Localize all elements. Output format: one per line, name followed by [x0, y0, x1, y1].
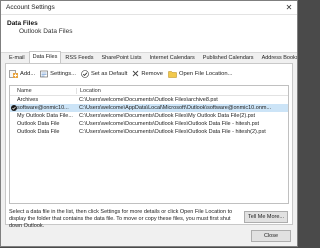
- header-title: Data Files: [7, 20, 38, 27]
- set-as-default-button[interactable]: Set as Default: [81, 69, 128, 78]
- row-location: C:\Users\welcome\Documents\Outlook Files…: [79, 97, 218, 103]
- row-name: Outlook Data File: [17, 121, 60, 127]
- data-files-list: Name Location Archives C:\Users\welcome\…: [9, 85, 289, 204]
- tell-me-more-button[interactable]: Tell Me More...: [244, 211, 288, 223]
- column-header-name[interactable]: Name: [10, 88, 76, 94]
- header-subtitle: Outlook Data Files: [19, 28, 73, 35]
- row-location: C:\Users\welcome\Documents\Outlook Files…: [79, 113, 256, 119]
- row-location: C:\Users\welcome\AppData\Local\Microsoft…: [79, 105, 272, 111]
- tab-sharepoint-lists[interactable]: SharePoint Lists: [97, 52, 145, 63]
- list-row[interactable]: Archives C:\Users\welcome\Documents\Outl…: [10, 96, 288, 104]
- tab-internet-calendars[interactable]: Internet Calendars: [146, 52, 199, 63]
- list-header: Name Location: [10, 86, 288, 96]
- add-file-icon: [9, 69, 18, 78]
- close-icon[interactable]: ✕: [281, 3, 297, 12]
- remove-x-icon: [132, 70, 139, 77]
- folder-icon: [168, 70, 177, 78]
- add-button[interactable]: Add...: [9, 69, 36, 78]
- default-check-icon: [11, 105, 17, 111]
- tab-strip: E-mail Data Files RSS Feeds SharePoint L…: [5, 51, 297, 63]
- column-header-location[interactable]: Location: [76, 87, 288, 94]
- list-row[interactable]: Outlook Data File C:\Users\welcome\Docum…: [10, 120, 288, 128]
- list-row[interactable]: My Outlook Data File... C:\Users\welcome…: [10, 112, 288, 120]
- open-file-location-label: Open File Location...: [178, 70, 233, 77]
- tab-email[interactable]: E-mail: [5, 52, 29, 63]
- list-row-selected[interactable]: software@onmic10... C:\Users\welcome\App…: [10, 104, 288, 112]
- close-button[interactable]: Close: [251, 230, 291, 242]
- dialog-header: Data Files Outlook Data Files: [1, 15, 297, 53]
- settings-button[interactable]: Settings...: [40, 70, 76, 78]
- data-files-panel: Add... Settings... Set as Default Remove…: [5, 63, 293, 229]
- remove-label: Remove: [141, 70, 163, 77]
- window-title: Account Settings: [6, 4, 55, 11]
- remove-button[interactable]: Remove: [132, 70, 163, 77]
- title-bar: Account Settings ✕: [1, 1, 297, 15]
- open-file-location-button[interactable]: Open File Location...: [168, 70, 233, 78]
- set-as-default-label: Set as Default: [90, 70, 128, 77]
- checkmark-circle-icon: [81, 69, 89, 78]
- toolbar: Add... Settings... Set as Default Remove…: [9, 67, 289, 80]
- row-name: Archives: [17, 97, 39, 103]
- row-location: C:\Users\welcome\Documents\Outlook Files…: [79, 129, 266, 135]
- account-settings-dialog: Account Settings ✕ Data Files Outlook Da…: [0, 0, 298, 247]
- row-location: C:\Users\welcome\Documents\Outlook Files…: [79, 121, 260, 127]
- tab-data-files[interactable]: Data Files: [28, 51, 62, 63]
- row-name: Outlook Data File: [17, 129, 60, 135]
- tab-rss-feeds[interactable]: RSS Feeds: [61, 52, 97, 63]
- tab-address-books[interactable]: Address Books: [258, 52, 297, 63]
- settings-icon: [40, 70, 48, 78]
- tab-published-calendars[interactable]: Published Calendars: [199, 52, 258, 63]
- help-text: Select a data file in the list, then cli…: [9, 209, 233, 229]
- add-label: Add...: [20, 70, 36, 77]
- list-row[interactable]: Outlook Data File C:\Users\welcome\Docum…: [10, 128, 288, 136]
- settings-label: Settings...: [50, 70, 76, 77]
- row-name: software@onmic10...: [17, 105, 69, 111]
- row-name: My Outlook Data File...: [17, 113, 73, 119]
